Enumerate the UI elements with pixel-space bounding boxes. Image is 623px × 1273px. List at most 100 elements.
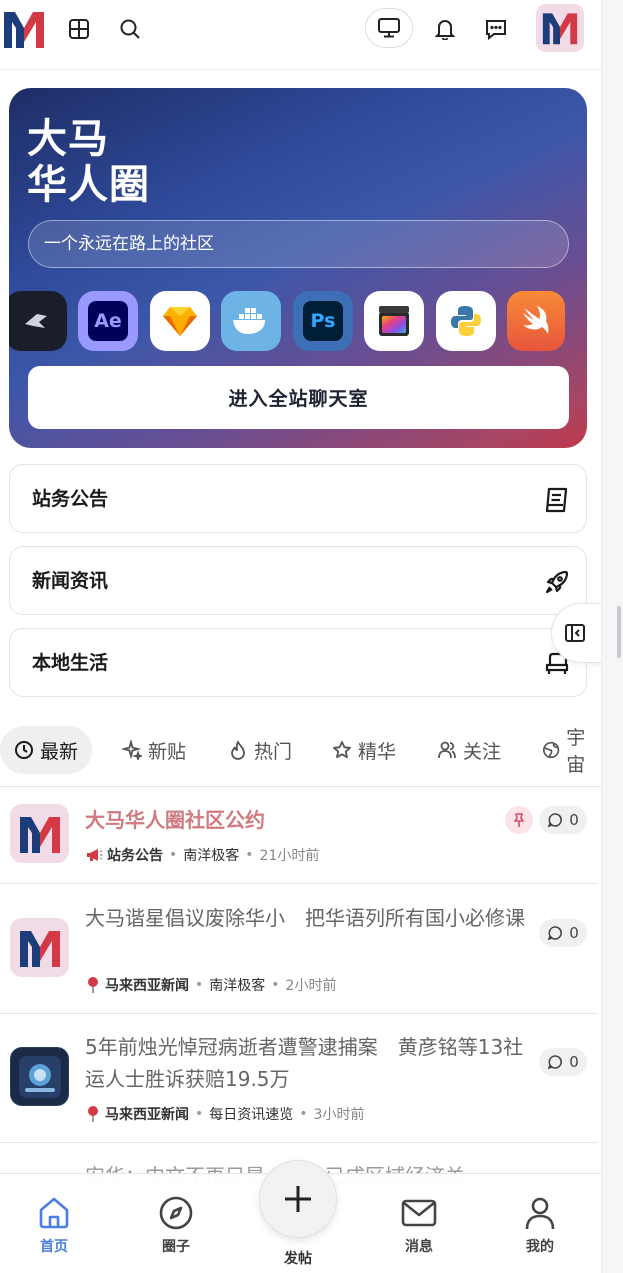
post-author[interactable]: 南洋极客 xyxy=(183,845,239,865)
post-title[interactable]: 大马谐星倡议废除华小 把华语列所有国小必修课 xyxy=(85,902,535,934)
app-page: 大马 华人圈 一个永远在路上的社区 Ae Ps 进入全站聊天室 站务公告 新闻资… xyxy=(0,0,623,1273)
hero-title: 大马 华人圈 xyxy=(27,116,150,208)
plus-icon xyxy=(285,1186,311,1212)
post-author[interactable]: 南洋极客 xyxy=(209,975,265,995)
tab-label: 宇宙 xyxy=(566,727,586,776)
home-icon xyxy=(39,1197,69,1229)
compass-icon xyxy=(159,1196,193,1230)
scrollbar-thumb[interactable] xyxy=(617,606,621,658)
post-item[interactable]: 5年前烛光悼冠病逝者遭警逮捕案 黄彦铭等13社运人士胜诉获赔19.5万 0 马来… xyxy=(0,1014,598,1143)
photoshop-label: Ps xyxy=(303,301,343,341)
search-icon[interactable] xyxy=(113,12,147,46)
tab-new[interactable]: 新贴 xyxy=(122,726,186,774)
photoshop-icon[interactable]: Ps xyxy=(293,291,353,351)
tab-label: 关注 xyxy=(463,740,502,763)
nav-messages[interactable]: 消息 xyxy=(379,1196,459,1256)
rocket-icon xyxy=(544,569,570,595)
python-icon[interactable] xyxy=(436,291,496,351)
meta-separator: • xyxy=(299,1106,308,1122)
bottom-nav: 首页 圈子 发帖 消息 我的 xyxy=(0,1160,601,1273)
post-time: 3小时前 xyxy=(313,1107,365,1123)
new-post-button[interactable] xyxy=(259,1160,337,1238)
post-item[interactable]: 大马华人圈社区公约 0 站务公告 • 南洋极客 • 21小时前 xyxy=(0,787,598,884)
post-time: 21小时前 xyxy=(259,848,320,864)
comment-icon xyxy=(547,813,563,828)
nav-label: 圈子 xyxy=(162,1239,190,1255)
post-category[interactable]: 马来西亚新闻 xyxy=(105,1104,189,1124)
tab-label: 新贴 xyxy=(148,740,187,763)
comment-icon xyxy=(547,1055,563,1070)
tab-latest[interactable]: 最新 xyxy=(0,726,93,774)
grid-icon[interactable] xyxy=(62,12,96,46)
user-icon xyxy=(525,1197,555,1230)
hero-title-line1: 大马 xyxy=(27,116,109,162)
comment-icon xyxy=(547,926,563,941)
swift-icon[interactable] xyxy=(507,291,565,351)
top-bar xyxy=(0,0,601,70)
feed-tabs: 最新 新贴 热门 精华 关注 宇宙 xyxy=(0,726,601,776)
enter-chatroom-button[interactable]: 进入全站聊天室 xyxy=(28,366,569,429)
hero-title-line2: 华人圈 xyxy=(27,162,150,208)
tab-universe[interactable]: 宇宙 xyxy=(542,726,601,776)
comment-count: 0 xyxy=(569,1053,579,1071)
meta-separator: • xyxy=(271,977,280,993)
post-item[interactable]: 大马谐星倡议废除华小 把华语列所有国小必修课 0 马来西亚新闻 • 南洋极客 •… xyxy=(0,885,598,1014)
nav-home[interactable]: 首页 xyxy=(14,1196,94,1256)
meta-separator: • xyxy=(195,977,204,993)
users-icon xyxy=(438,741,456,759)
blender-icon[interactable] xyxy=(9,291,67,351)
category-label: 新闻资讯 xyxy=(32,570,109,592)
post-category[interactable]: 马来西亚新闻 xyxy=(105,975,189,995)
hero-banner: 大马 华人圈 一个永远在路上的社区 Ae Ps 进入全站聊天室 xyxy=(9,88,587,448)
bell-icon[interactable] xyxy=(428,12,462,46)
avatar[interactable] xyxy=(10,804,69,863)
notebook-icon xyxy=(544,487,570,513)
post-title[interactable]: 大马华人圈社区公约 xyxy=(85,804,535,836)
m-logo-icon[interactable] xyxy=(2,8,46,50)
docker-icon[interactable] xyxy=(221,291,281,351)
post-category[interactable]: 站务公告 xyxy=(107,845,163,865)
post-time: 2小时前 xyxy=(285,978,337,994)
meta-separator: • xyxy=(169,847,178,863)
final-cut-icon[interactable] xyxy=(364,291,424,351)
avatar[interactable] xyxy=(536,4,584,52)
panel-left-icon xyxy=(565,624,585,642)
comment-count-badge: 0 xyxy=(539,1048,587,1076)
hero-search-input[interactable]: 一个永远在路上的社区 xyxy=(28,220,569,268)
post-title[interactable]: 5年前烛光悼冠病逝者遭警逮捕案 黄彦铭等13社运人士胜诉获赔19.5万 xyxy=(85,1031,535,1095)
meta-separator: • xyxy=(195,1106,204,1122)
flame-icon xyxy=(231,740,245,760)
app-icons-row: Ae Ps xyxy=(9,291,587,353)
category-news[interactable]: 新闻资讯 xyxy=(9,546,587,615)
category-local-life[interactable]: 本地生活 xyxy=(9,628,587,697)
after-effects-icon[interactable]: Ae xyxy=(78,291,138,351)
meta-separator: • xyxy=(245,847,254,863)
megaphone-icon xyxy=(87,849,103,861)
mail-icon xyxy=(401,1199,437,1227)
pin-icon xyxy=(505,806,533,834)
main-content: 大马 华人圈 一个永远在路上的社区 Ae Ps 进入全站聊天室 站务公告 新闻资… xyxy=(0,0,601,1273)
star-icon xyxy=(333,741,351,759)
globe-icon xyxy=(543,741,560,759)
tab-label: 精华 xyxy=(358,740,397,763)
after-effects-label: Ae xyxy=(88,301,128,341)
nav-label: 首页 xyxy=(40,1239,68,1255)
avatar[interactable] xyxy=(10,918,69,977)
sketch-icon[interactable] xyxy=(150,291,210,351)
post-author[interactable]: 每日资讯速览 xyxy=(209,1104,293,1124)
tab-hot[interactable]: 热门 xyxy=(228,726,292,774)
category-label: 本地生活 xyxy=(32,652,109,674)
avatar[interactable] xyxy=(10,1047,69,1106)
message-square-icon[interactable] xyxy=(479,12,513,46)
post-meta: 马来西亚新闻 • 每日资讯速览 • 3小时前 xyxy=(85,1104,364,1124)
pin-icon xyxy=(88,1106,98,1122)
monitor-icon[interactable] xyxy=(365,8,413,48)
tab-featured[interactable]: 精华 xyxy=(332,726,396,774)
comment-count-badge: 0 xyxy=(539,806,587,834)
category-announcements[interactable]: 站务公告 xyxy=(9,464,587,533)
nav-profile[interactable]: 我的 xyxy=(500,1196,580,1256)
tab-following[interactable]: 关注 xyxy=(437,726,501,774)
category-label: 站务公告 xyxy=(32,488,109,510)
nav-circles[interactable]: 圈子 xyxy=(136,1196,216,1256)
post-meta: 站务公告 • 南洋极客 • 21小时前 xyxy=(85,845,319,865)
